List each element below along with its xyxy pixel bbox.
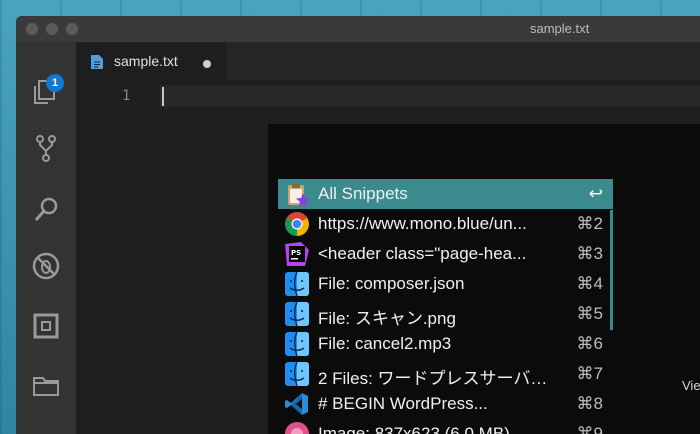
unsaved-dot-icon[interactable] xyxy=(203,60,211,68)
list-item-label: File: composer.json xyxy=(318,274,465,293)
list-item[interactable]: Image: 837x623 (6.0 MB) ⌘9 xyxy=(278,419,613,434)
extensions-icon[interactable] xyxy=(28,308,64,344)
list-item[interactable]: File: composer.json ⌘4 xyxy=(278,269,613,299)
finder-icon xyxy=(284,331,310,357)
zoom-window-button[interactable] xyxy=(66,23,78,35)
list-item[interactable]: PS <header class="page-hea... ⌘3 xyxy=(278,239,613,269)
list-item-shortcut: ⌘6 xyxy=(576,334,603,353)
folder-icon[interactable] xyxy=(28,368,64,404)
list-item-label: 2 Files: ワードプレスサーバ… xyxy=(318,369,548,388)
file-icon xyxy=(90,54,104,74)
line-number: 1 xyxy=(122,88,131,104)
clipboard-star-icon xyxy=(284,181,310,207)
list-item-shortcut: ⌘4 xyxy=(576,274,603,293)
minimize-window-button[interactable] xyxy=(46,23,58,35)
list-item-shortcut: ⌘5 xyxy=(576,304,603,323)
list-item-label: All Snippets xyxy=(318,184,408,203)
tab-sample-txt[interactable]: sample.txt xyxy=(76,42,226,80)
tab-bar: sample.txt xyxy=(76,42,700,80)
list-item-shortcut: ⌘7 xyxy=(576,364,603,383)
vscode-icon xyxy=(284,391,310,417)
source-control-icon[interactable] xyxy=(28,130,64,166)
phpstorm-icon: PS xyxy=(284,241,310,267)
clipboard-list: All Snippets ↩ https://www.mono.blue/un.… xyxy=(278,179,613,434)
list-item-shortcut: ⌘9 xyxy=(576,424,603,434)
list-item[interactable]: All Snippets ↩ xyxy=(278,179,613,209)
search-icon[interactable] xyxy=(28,192,64,228)
list-scrollbar[interactable] xyxy=(610,210,613,330)
list-item-label: <header class="page-hea... xyxy=(318,244,527,263)
finder-icon xyxy=(284,271,310,297)
list-item-shortcut: ↩ xyxy=(588,184,603,203)
list-item-label: Image: 837x623 (6.0 MB) xyxy=(318,424,510,434)
title-bar: sample.txt xyxy=(16,16,700,42)
list-item-label: File: スキャン.png xyxy=(318,309,456,328)
tab-label: sample.txt xyxy=(114,53,178,69)
activity-bar: 1 xyxy=(16,42,76,434)
list-item[interactable]: 2 Files: ワードプレスサーバ… ⌘7 xyxy=(278,359,613,389)
list-item-label: https://www.mono.blue/un... xyxy=(318,214,527,233)
list-item-shortcut: ⌘2 xyxy=(576,214,603,233)
preview-label: Vie xyxy=(682,378,700,393)
window-title: sample.txt xyxy=(530,21,590,36)
chrome-icon xyxy=(284,211,310,237)
list-item-label: File: cancel2.mp3 xyxy=(318,334,452,353)
list-item[interactable]: https://www.mono.blue/un... ⌘2 xyxy=(278,209,613,239)
text-cursor xyxy=(162,87,164,106)
svg-text:PS: PS xyxy=(291,249,301,257)
list-item-label: # BEGIN WordPress... xyxy=(318,394,488,413)
close-window-button[interactable] xyxy=(26,23,38,35)
current-line-highlight xyxy=(160,85,700,107)
explorer-badge: 1 xyxy=(46,74,64,92)
list-item[interactable]: File: cancel2.mp3 ⌘6 xyxy=(278,329,613,359)
list-item[interactable]: # BEGIN WordPress... ⌘8 xyxy=(278,389,613,419)
finder-icon xyxy=(284,301,310,327)
list-item-shortcut: ⌘8 xyxy=(576,394,603,413)
finder-icon xyxy=(284,361,310,387)
list-item-shortcut: ⌘3 xyxy=(576,244,603,263)
image-icon xyxy=(284,421,310,434)
list-item[interactable]: File: スキャン.png ⌘5 xyxy=(278,299,613,329)
clipboard-history-popup: All Snippets ↩ https://www.mono.blue/un.… xyxy=(268,124,700,434)
debug-icon[interactable] xyxy=(28,248,64,284)
